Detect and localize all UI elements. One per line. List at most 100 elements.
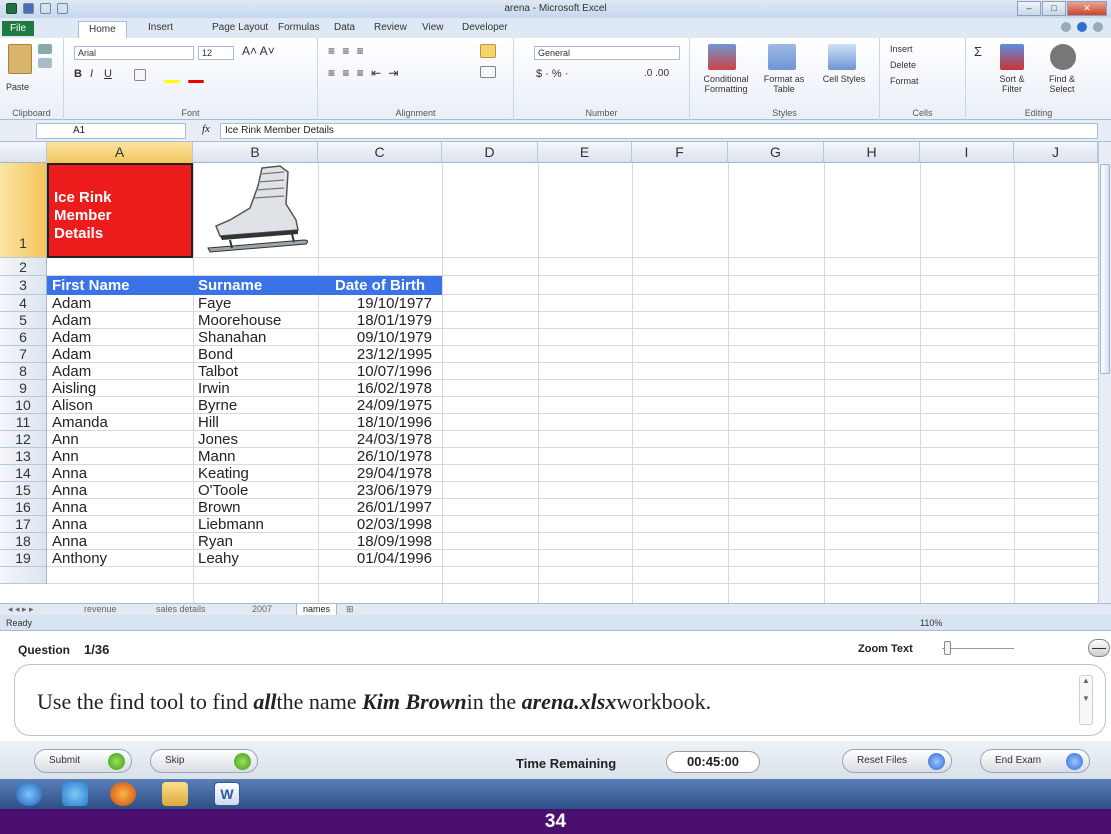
cell-first-name[interactable]: Anthony xyxy=(52,550,107,567)
firefox-icon[interactable] xyxy=(110,782,136,806)
col-header-a[interactable]: A xyxy=(47,142,193,163)
tab-home[interactable]: Home xyxy=(78,21,127,38)
grow-font-icon[interactable]: A˄ A˅ xyxy=(242,44,275,58)
cell-surname[interactable]: Leahy xyxy=(198,550,239,567)
reset-files-button[interactable]: Reset Files xyxy=(842,749,952,773)
row-header-4[interactable]: 4 xyxy=(0,295,47,312)
collapse-button[interactable]: — xyxy=(1088,639,1110,657)
cell-surname[interactable]: Brown xyxy=(198,499,241,516)
help-icon[interactable] xyxy=(1077,22,1087,32)
row-header-10[interactable]: 10 xyxy=(0,397,47,414)
sort-filter-icon[interactable] xyxy=(1000,44,1024,70)
row-header-20[interactable] xyxy=(0,567,47,584)
cell-a1-title[interactable]: Ice Rink Member Details xyxy=(47,163,193,258)
col-header-f[interactable]: F xyxy=(632,142,728,163)
bold-icon[interactable]: B xyxy=(74,68,82,80)
cell-date-of-birth[interactable]: 16/02/1978 xyxy=(318,380,438,397)
cell-surname[interactable]: Irwin xyxy=(198,380,230,397)
tab-data[interactable]: Data xyxy=(334,22,355,33)
cell-surname[interactable]: Talbot xyxy=(198,363,238,380)
number-format-dropdown[interactable]: General xyxy=(534,46,680,60)
align-top-icon[interactable]: ≡ ≡ ≡ xyxy=(328,44,366,58)
cell-surname[interactable]: Faye xyxy=(198,295,231,312)
minimize-ribbon-icon[interactable] xyxy=(1061,22,1071,32)
currency-icon[interactable]: $ · % · xyxy=(536,68,568,80)
copy-icon[interactable] xyxy=(38,58,52,68)
start-button-icon[interactable] xyxy=(16,782,42,806)
align-left-icon[interactable]: ≡ ≡ ≡ ⇤ ⇥ xyxy=(328,66,400,80)
tab-page-layout[interactable]: Page Layout xyxy=(212,22,268,33)
merge-center-icon[interactable] xyxy=(480,66,496,78)
skip-button[interactable]: Skip xyxy=(150,749,258,773)
cell-date-of-birth[interactable]: 26/01/1997 xyxy=(318,499,438,516)
cell-first-name[interactable]: Ann xyxy=(52,448,79,465)
zoom-text-slider[interactable] xyxy=(942,641,1014,655)
fill-color-icon[interactable] xyxy=(164,80,180,83)
restore-icon[interactable] xyxy=(1093,22,1103,32)
cell-date-of-birth[interactable]: 24/03/1978 xyxy=(318,431,438,448)
col-header-e[interactable]: E xyxy=(538,142,632,163)
cell-surname[interactable]: O'Toole xyxy=(198,482,248,499)
fx-icon[interactable]: fx xyxy=(202,123,210,135)
cell-first-name[interactable]: Adam xyxy=(52,295,91,312)
cell-date-of-birth[interactable]: 10/07/1996 xyxy=(318,363,438,380)
cell-date-of-birth[interactable]: 18/10/1996 xyxy=(318,414,438,431)
underline-icon[interactable]: U xyxy=(104,68,112,80)
row-header-6[interactable]: 6 xyxy=(0,329,47,346)
header-date-of-birth[interactable]: Date of Birth xyxy=(318,276,442,295)
row-header-1[interactable]: 1 xyxy=(0,163,47,258)
cell-first-name[interactable]: Anna xyxy=(52,533,87,550)
row-header-19[interactable]: 19 xyxy=(0,550,47,567)
cell-styles-icon[interactable] xyxy=(828,44,856,70)
cell-date-of-birth[interactable]: 02/03/1998 xyxy=(318,516,438,533)
cell-surname[interactable]: Hill xyxy=(198,414,219,431)
name-box[interactable]: A1 xyxy=(36,123,186,139)
cell-date-of-birth[interactable]: 29/04/1978 xyxy=(318,465,438,482)
row-header-7[interactable]: 7 xyxy=(0,346,47,363)
cell-date-of-birth[interactable]: 19/10/1977 xyxy=(318,295,438,312)
tab-file[interactable]: File xyxy=(2,21,34,36)
cell-surname[interactable]: Keating xyxy=(198,465,249,482)
ice-skate-image[interactable] xyxy=(200,164,312,254)
col-header-g[interactable]: G xyxy=(728,142,824,163)
tab-view[interactable]: View xyxy=(422,22,444,33)
tab-insert[interactable]: Insert xyxy=(148,22,173,33)
folder-icon[interactable] xyxy=(162,782,188,806)
find-select-label[interactable]: Find & Select xyxy=(1040,74,1084,94)
vertical-scrollbar[interactable] xyxy=(1098,142,1111,603)
decimal-icon[interactable]: .0 .00 xyxy=(644,68,669,79)
cell-date-of-birth[interactable]: 23/06/1979 xyxy=(318,482,438,499)
end-exam-button[interactable]: End Exam xyxy=(980,749,1090,773)
cell-first-name[interactable]: Anna xyxy=(52,516,87,533)
row-header-3[interactable]: 3 xyxy=(0,276,47,295)
autosum-icon[interactable]: Σ xyxy=(974,44,982,59)
cell-surname[interactable]: Mann xyxy=(198,448,236,465)
cell-first-name[interactable]: Alison xyxy=(52,397,93,414)
cell-first-name[interactable]: Anna xyxy=(52,499,87,516)
format-cells-button[interactable]: Format xyxy=(890,76,919,86)
vertical-scroll-thumb[interactable] xyxy=(1100,164,1110,374)
row-header-14[interactable]: 14 xyxy=(0,465,47,482)
row-header-15[interactable]: 15 xyxy=(0,482,47,499)
worksheet-grid[interactable]: A B C D E F G H I J 1 2 3 4 5 6 7 8 9 10 11 12 13 14 1… xyxy=(0,142,1098,603)
tab-developer[interactable]: Developer xyxy=(462,22,508,33)
cell-surname[interactable]: Bond xyxy=(198,346,233,363)
conditional-formatting-icon[interactable] xyxy=(708,44,736,70)
cell-first-name[interactable]: Adam xyxy=(52,363,91,380)
header-surname[interactable]: Surname xyxy=(193,276,318,295)
insert-cells-button[interactable]: Insert xyxy=(890,44,913,54)
col-header-j[interactable]: J xyxy=(1014,142,1098,163)
internet-explorer-icon[interactable] xyxy=(62,782,88,806)
cell-first-name[interactable]: Anna xyxy=(52,482,87,499)
cell-date-of-birth[interactable]: 01/04/1996 xyxy=(318,550,438,567)
cell-surname[interactable]: Byrne xyxy=(198,397,237,414)
cell-date-of-birth[interactable]: 18/01/1979 xyxy=(318,312,438,329)
cell-surname[interactable]: Moorehouse xyxy=(198,312,281,329)
cell-first-name[interactable]: Adam xyxy=(52,312,91,329)
cell-first-name[interactable]: Adam xyxy=(52,346,91,363)
row-header-17[interactable]: 17 xyxy=(0,516,47,533)
cell-first-name[interactable]: Amanda xyxy=(52,414,108,431)
cell-first-name[interactable]: Ann xyxy=(52,431,79,448)
submit-button[interactable]: Submit xyxy=(34,749,132,773)
cell-first-name[interactable]: Anna xyxy=(52,465,87,482)
